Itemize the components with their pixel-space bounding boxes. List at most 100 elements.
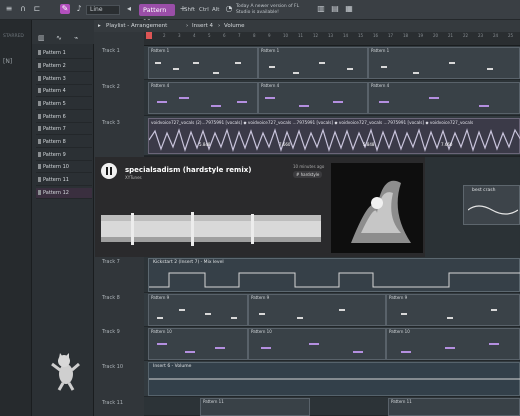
note	[479, 105, 489, 107]
picker-pattern-1[interactable]: Pattern 1	[36, 48, 92, 59]
pattern-clip[interactable]: Pattern 10	[248, 328, 386, 360]
clip-title: Pattern 10	[251, 329, 272, 334]
mix-level-clip[interactable]: Kickstart 2 (Insert 7) - Mix level	[148, 258, 520, 292]
note	[211, 105, 221, 107]
clip-title: Pattern 9	[389, 295, 408, 300]
magnet-icon[interactable]: ∩	[18, 4, 28, 14]
piano-roll-icon[interactable]: ▤	[330, 4, 340, 14]
snap-mode-select[interactable]: Line	[86, 5, 120, 15]
pattern-clip[interactable]: Pattern 11	[200, 398, 310, 416]
track-name[interactable]: Track 9	[102, 329, 120, 335]
pattern-clip[interactable]: Pattern 10	[148, 328, 248, 360]
left-arrow-icon[interactable]: ◂	[124, 4, 134, 14]
note	[235, 62, 241, 64]
browser-item[interactable]: [N]	[3, 58, 12, 65]
pattern-clip[interactable]: Pattern 9	[148, 294, 248, 326]
note	[347, 68, 353, 70]
note	[401, 313, 407, 315]
genre-tag[interactable]: # hardstyle	[293, 171, 323, 178]
note	[333, 101, 343, 103]
microphone-icon[interactable]: ♪	[74, 4, 84, 14]
note	[205, 313, 211, 315]
track-name[interactable]: Track 2	[102, 84, 120, 90]
track-name[interactable]: Track 11	[102, 400, 123, 406]
ruler-number: 2	[163, 33, 166, 38]
picker-pattern-7[interactable]: Pattern 7	[36, 124, 92, 135]
dancing-cat-sticker	[51, 353, 80, 391]
album-art[interactable]	[331, 163, 423, 253]
automation-curve	[468, 205, 518, 215]
track-name[interactable]: Track 3	[102, 120, 120, 126]
playlist-menu-icon[interactable]: ▸	[98, 20, 101, 32]
pause-button[interactable]	[101, 163, 117, 179]
pattern-clip[interactable]: Pattern 4	[148, 82, 258, 114]
note	[157, 343, 167, 345]
pattern-clip[interactable]: Pattern 9	[386, 294, 520, 326]
bell-icon[interactable]: ◔	[224, 4, 234, 14]
audio-waveform	[149, 128, 520, 152]
pattern-clip[interactable]: Pattern 9	[248, 294, 386, 326]
timeline-ruler[interactable]: 1 2 3 4 5 6 7 8 9 10 11 12 13 14 15 16 1…	[144, 32, 520, 46]
picker-pattern-8[interactable]: Pattern 8	[36, 137, 92, 148]
track-name[interactable]: Track 1	[102, 48, 120, 54]
pattern-clip[interactable]: Pattern 1	[148, 47, 258, 79]
pattern-clip[interactable]: Pattern 11	[388, 398, 520, 416]
media-player[interactable]: specialsadism (hardstyle remix) XYTunes …	[95, 157, 425, 257]
note	[309, 343, 319, 345]
clip-title: Pattern 9	[251, 295, 270, 300]
song-title[interactable]: specialsadism (hardstyle remix)	[125, 166, 251, 174]
mixer-icon[interactable]: ▥	[316, 4, 326, 14]
hamburger-icon[interactable]: ≡	[4, 4, 14, 14]
ruler-number: 24	[493, 33, 499, 38]
pattern-clip[interactable]: Pattern 1	[368, 47, 520, 79]
snap-icon[interactable]: ⊏	[32, 4, 42, 14]
picker-pattern-5[interactable]: Pattern 5	[36, 99, 92, 110]
picker-pattern-11[interactable]: Pattern 11	[36, 175, 92, 186]
note	[339, 309, 345, 311]
wave-icon[interactable]: ∿	[56, 34, 62, 42]
playhead-marker[interactable]	[146, 32, 152, 39]
ruler-number: 4	[193, 33, 196, 38]
audio-clip[interactable]: voidvoice727_vocals (2)...7975991 [vocal…	[148, 118, 520, 154]
draw-tool-icon[interactable]: ✎	[60, 4, 70, 14]
picker-pattern-12[interactable]: Pattern 12	[36, 188, 92, 199]
picker-pattern-2[interactable]: Pattern 2	[36, 61, 92, 72]
pattern-clip[interactable]: Pattern 1	[258, 47, 368, 79]
ruler-number: 7	[238, 33, 241, 38]
ruler-number: 13	[328, 33, 334, 38]
playlist-param: Volume	[224, 23, 245, 29]
picker-pattern-3[interactable]: Pattern 3	[36, 74, 92, 85]
track-name[interactable]: Track 10	[102, 364, 123, 370]
note	[401, 351, 411, 353]
ruler-number: 11	[298, 33, 304, 38]
track-name[interactable]: Track 7	[102, 259, 120, 265]
playlist-insert: Insert 4	[192, 23, 214, 29]
automation-clip[interactable]: best crash	[463, 185, 520, 225]
picker-pattern-9[interactable]: Pattern 9	[36, 150, 92, 161]
automation-icon[interactable]: ⌁	[74, 34, 80, 42]
song-artist[interactable]: XYTunes	[125, 175, 142, 180]
note	[265, 97, 275, 99]
note	[157, 101, 167, 103]
note	[353, 351, 363, 353]
ruler-number: 20	[433, 33, 439, 38]
note	[185, 351, 195, 353]
player-waveform[interactable]	[101, 211, 321, 247]
note	[445, 347, 455, 349]
picker-pattern-10[interactable]: Pattern 10	[36, 162, 92, 173]
playlist-icon[interactable]: ▦	[344, 4, 354, 14]
note	[447, 317, 453, 319]
browser-panel: STARRED [N]	[0, 20, 32, 416]
pattern-clip[interactable]: Pattern 4	[258, 82, 368, 114]
piano-icon[interactable]: ▥	[38, 34, 45, 42]
insert-volume-clip[interactable]: Insert 6 - Volume	[148, 362, 520, 396]
pattern-clip[interactable]: Pattern 10	[386, 328, 520, 360]
picker-pattern-4[interactable]: Pattern 4	[36, 86, 92, 97]
update-notification[interactable]: Today A newer version of FL Studio is av…	[236, 4, 312, 18]
ruler-number: 22	[463, 33, 469, 38]
pattern-select[interactable]: Pattern 12	[139, 4, 175, 26]
track-name[interactable]: Track 8	[102, 295, 120, 301]
pattern-clip[interactable]: Pattern 4	[368, 82, 520, 114]
picker-pattern-6[interactable]: Pattern 6	[36, 112, 92, 123]
note	[237, 101, 247, 103]
